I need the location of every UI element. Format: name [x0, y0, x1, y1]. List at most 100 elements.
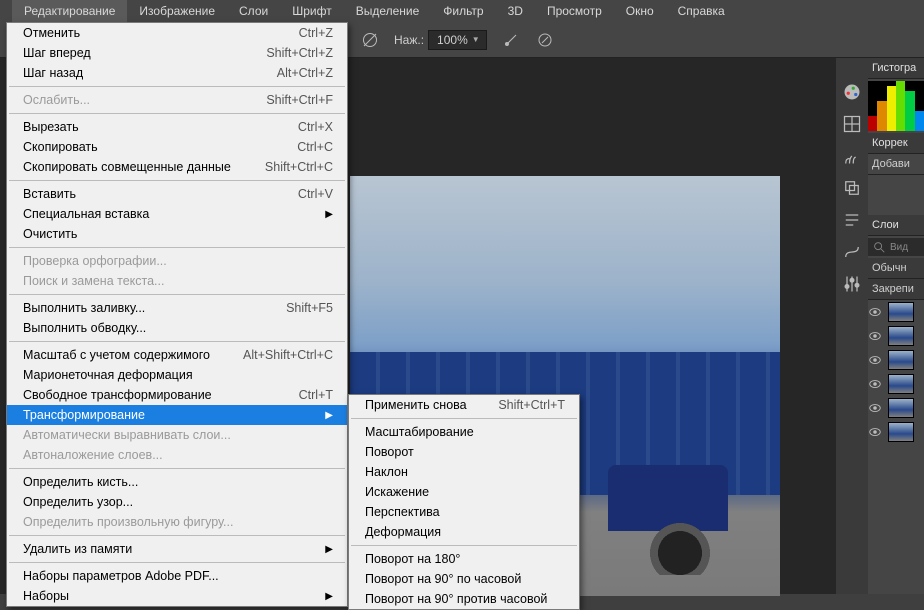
menu-item-window[interactable]: Окно	[614, 0, 666, 22]
menu-separator	[351, 418, 577, 419]
layer-thumbnail[interactable]	[888, 398, 914, 418]
menu-item[interactable]: Скопировать совмещенные данныеShift+Ctrl…	[7, 157, 347, 177]
layer-filter-input[interactable]: Вид	[868, 238, 924, 256]
layer-row[interactable]	[868, 300, 924, 324]
menu-item-label: Определить произвольную фигуру...	[23, 515, 333, 529]
menu-item-label: Трансформирование	[23, 408, 313, 422]
menu-item-3d[interactable]: 3D	[496, 0, 535, 22]
menu-item-label: Определить кисть...	[23, 475, 333, 489]
histogram-graph	[868, 81, 924, 131]
layer-thumbnail[interactable]	[888, 302, 914, 322]
menu-item[interactable]: СкопироватьCtrl+C	[7, 137, 347, 157]
visibility-icon[interactable]	[868, 353, 882, 367]
pressure-value-dropdown[interactable]: 100% ▼	[428, 30, 487, 50]
tablet-pressure-icon[interactable]	[535, 30, 555, 50]
submenu-arrow-icon: ▶	[325, 591, 333, 602]
menu-item-help[interactable]: Справка	[666, 0, 737, 22]
menu-item-shortcut: Shift+Ctrl+C	[265, 160, 333, 174]
menu-item-shortcut: Alt+Ctrl+Z	[277, 66, 333, 80]
layer-thumbnail[interactable]	[888, 326, 914, 346]
adjustments-icon[interactable]	[842, 274, 862, 294]
submenu-item[interactable]: Поворот на 90° по часовой	[349, 569, 579, 589]
menu-item-label: Наклон	[365, 465, 565, 479]
menu-item[interactable]: Выполнить заливку...Shift+F5	[7, 298, 347, 318]
menu-item-select[interactable]: Выделение	[344, 0, 432, 22]
menu-item-label: Масштаб с учетом содержимого	[23, 348, 231, 362]
swatches-icon[interactable]	[842, 82, 862, 102]
menu-item-shortcut: Shift+Ctrl+T	[498, 398, 565, 412]
panel-layers-title[interactable]: Слои	[868, 215, 924, 236]
submenu-item[interactable]: Искажение	[349, 482, 579, 502]
panel-add-adjustment[interactable]: Добави	[868, 154, 924, 175]
menu-item-label: Проверка орфографии...	[23, 254, 333, 268]
paragraph-icon[interactable]	[842, 210, 862, 230]
menu-item-image[interactable]: Изображение	[127, 0, 227, 22]
layer-thumbnail[interactable]	[888, 350, 914, 370]
brush-preset-icon[interactable]	[360, 30, 380, 50]
menu-item[interactable]: ОтменитьCtrl+Z	[7, 23, 347, 43]
menu-item[interactable]: Шаг назад Alt+Ctrl+Z	[7, 63, 347, 83]
menu-item[interactable]: Масштаб с учетом содержимогоAlt+Shift+Ct…	[7, 345, 347, 365]
panel-correction-title[interactable]: Коррек	[868, 133, 924, 154]
menu-item[interactable]: Марионеточная деформация	[7, 365, 347, 385]
submenu-item[interactable]: Перспектива	[349, 502, 579, 522]
layer-row[interactable]	[868, 324, 924, 348]
panels-column: Гистогра Коррек Добави Слои Вид Обычн За…	[868, 58, 924, 594]
menu-item[interactable]: Очистить	[7, 224, 347, 244]
menu-item[interactable]: Свободное трансформированиеCtrl+T	[7, 385, 347, 405]
menu-item-label: Шаг назад	[23, 66, 265, 80]
menu-item[interactable]: ВырезатьCtrl+X	[7, 117, 347, 137]
layer-thumbnail[interactable]	[888, 374, 914, 394]
submenu-item[interactable]: Масштабирование	[349, 422, 579, 442]
layer-filter-placeholder: Вид	[890, 242, 908, 253]
submenu-item[interactable]: Поворот	[349, 442, 579, 462]
menu-item-font[interactable]: Шрифт	[280, 0, 343, 22]
menu-item[interactable]: Шаг впередShift+Ctrl+Z	[7, 43, 347, 63]
submenu-arrow-icon: ▶	[325, 410, 333, 421]
paths-icon[interactable]	[842, 242, 862, 262]
grid-icon[interactable]	[842, 114, 862, 134]
menu-item[interactable]: Наборы параметров Adobe PDF...	[7, 566, 347, 586]
menu-item-label: Поворот на 90° по часовой	[365, 572, 565, 586]
menu-item-shortcut: Ctrl+Z	[299, 26, 333, 40]
menu-item[interactable]: Определить узор...	[7, 492, 347, 512]
clone-source-icon[interactable]	[842, 178, 862, 198]
visibility-icon[interactable]	[868, 377, 882, 391]
menu-item[interactable]: Наборы▶	[7, 586, 347, 606]
panel-histogram-title[interactable]: Гистогра	[868, 58, 924, 79]
layer-row[interactable]	[868, 348, 924, 372]
blend-mode-dropdown[interactable]: Обычн	[868, 258, 924, 279]
submenu-item[interactable]: Поворот на 90° против часовой	[349, 589, 579, 609]
submenu-item[interactable]: Применить сноваShift+Ctrl+T	[349, 395, 579, 415]
menu-separator	[9, 247, 345, 248]
layer-thumbnail[interactable]	[888, 422, 914, 442]
menu-item-view[interactable]: Просмотр	[535, 0, 614, 22]
menu-item[interactable]: Определить кисть...	[7, 472, 347, 492]
submenu-item[interactable]: Наклон	[349, 462, 579, 482]
airbrush-icon[interactable]	[501, 30, 521, 50]
menu-item[interactable]: Специальная вставка▶	[7, 204, 347, 224]
visibility-icon[interactable]	[868, 401, 882, 415]
visibility-icon[interactable]	[868, 425, 882, 439]
visibility-icon[interactable]	[868, 305, 882, 319]
layer-row[interactable]	[868, 372, 924, 396]
menu-item-edit[interactable]: Редактирование	[12, 0, 127, 22]
menu-item-shortcut: Shift+Ctrl+F	[266, 93, 333, 107]
menu-item[interactable]: Трансформирование ▶	[7, 405, 347, 425]
menu-item[interactable]: ВставитьCtrl+V	[7, 184, 347, 204]
brushes-icon[interactable]	[842, 146, 862, 166]
menu-item-layers[interactable]: Слои	[227, 0, 280, 22]
menu-item-label: Поворот на 180°	[365, 552, 565, 566]
visibility-icon[interactable]	[868, 329, 882, 343]
menu-item-label: Вырезать	[23, 120, 286, 134]
submenu-item[interactable]: Поворот на 180°	[349, 549, 579, 569]
layer-row[interactable]	[868, 396, 924, 420]
menu-item-filter[interactable]: Фильтр	[431, 0, 495, 22]
search-icon	[872, 240, 886, 254]
menu-item-label: Поворот на 90° против часовой	[365, 592, 565, 606]
lock-controls[interactable]: Закрепи	[868, 279, 924, 300]
menu-item[interactable]: Удалить из памяти▶	[7, 539, 347, 559]
layer-row[interactable]	[868, 420, 924, 444]
menu-item[interactable]: Выполнить обводку...	[7, 318, 347, 338]
submenu-item[interactable]: Деформация	[349, 522, 579, 542]
